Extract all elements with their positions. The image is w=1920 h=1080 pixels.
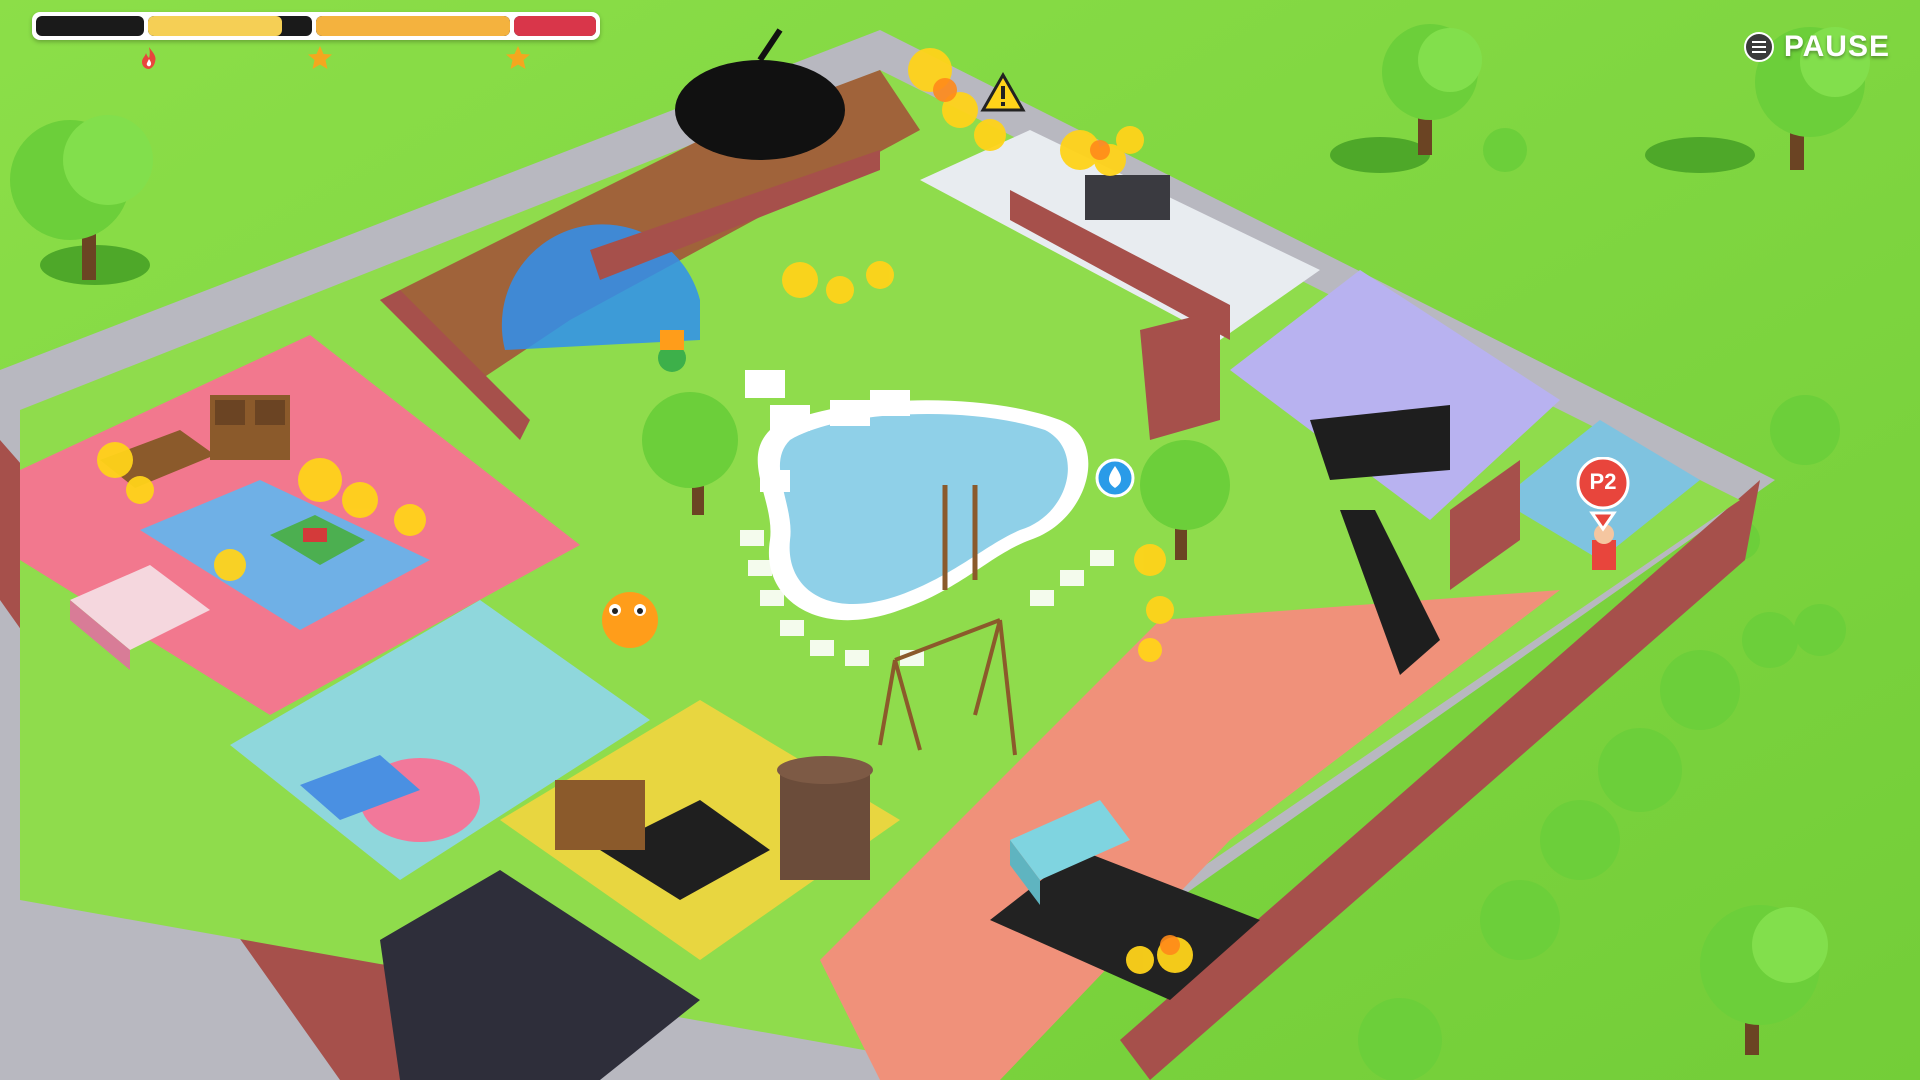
menu-icon (1743, 32, 1774, 62)
stove (1085, 175, 1170, 220)
trash-bin (777, 756, 873, 880)
star-icon (506, 46, 530, 69)
fire-icon (142, 47, 156, 69)
player-two-marker: P2 (1572, 456, 1634, 535)
pause-button[interactable]: PAUSE (1743, 30, 1890, 64)
bookshelf (210, 395, 290, 460)
progress-bar (32, 12, 600, 40)
player-two-label: P2 (1589, 469, 1617, 494)
progress-segment-2 (148, 16, 312, 36)
shelf (555, 780, 645, 850)
player-one-character (602, 592, 658, 648)
water-drop-icon (1095, 458, 1135, 498)
game-scene (0, 0, 1920, 1080)
progress-segment-3 (316, 16, 510, 36)
firefighter-character (658, 330, 686, 372)
star-icon (308, 46, 332, 69)
progress-segment-4 (514, 16, 596, 36)
progress-segment-1 (36, 16, 144, 36)
pause-label: PAUSE (1783, 30, 1890, 63)
